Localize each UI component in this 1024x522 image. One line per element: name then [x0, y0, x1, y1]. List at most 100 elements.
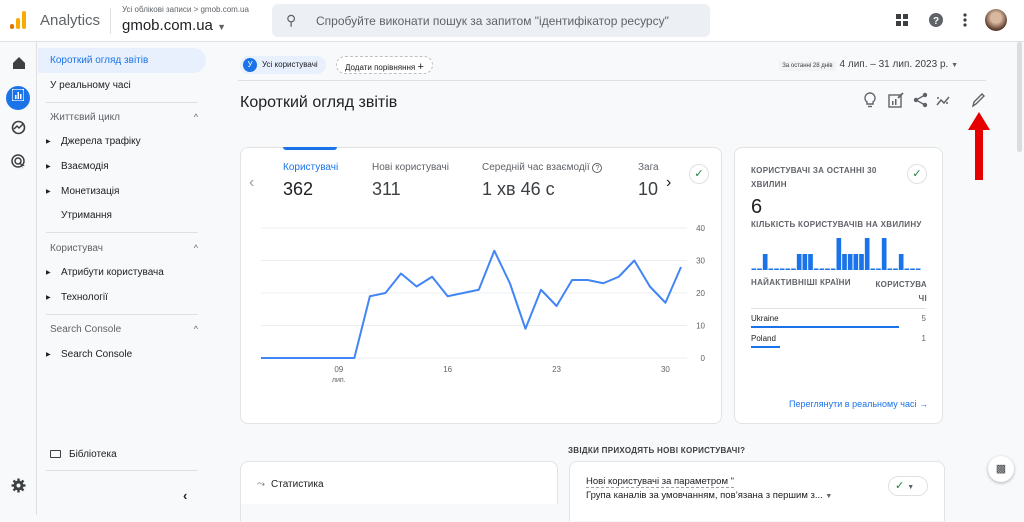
- date-range-picker[interactable]: За останні 28 днів4 лип. – 31 лип. 2023 …: [779, 59, 958, 70]
- more-vert-icon[interactable]: [963, 13, 967, 30]
- feedback-button[interactable]: ▩: [988, 456, 1014, 482]
- chevron-up-icon: ^: [194, 243, 198, 253]
- search-icon: ⚲: [286, 12, 296, 29]
- nav-search-console[interactable]: Search Console: [61, 349, 132, 360]
- link-label: Переглянути в реальному часі: [789, 399, 917, 409]
- search-input[interactable]: Спробуйте виконати пошук за запитом "іде…: [316, 14, 669, 28]
- metric-tab-engagement-time[interactable]: Середній час взаємодії ? 1 хв 46 с: [482, 162, 602, 200]
- expand-arrow-icon[interactable]: ▶: [46, 188, 51, 195]
- analytics-logo[interactable]: [10, 11, 28, 29]
- settings-icon[interactable]: [9, 478, 28, 497]
- nav-library[interactable]: Бібліотека: [50, 449, 117, 460]
- share-bar: [751, 326, 899, 328]
- minute-bar: [848, 254, 853, 270]
- library-label: Бібліотека: [69, 449, 117, 460]
- help-outline-icon[interactable]: ?: [592, 163, 602, 173]
- nav-section-lifecycle[interactable]: Життєвий цикл^: [50, 112, 198, 123]
- metric-value: 362: [283, 179, 338, 200]
- stats-body: [241, 504, 559, 522]
- metric-tab-users[interactable]: Користувачі 362: [283, 162, 338, 200]
- breadcrumb[interactable]: Усі облікові записи > gmob.com.ua: [122, 5, 249, 14]
- realtime-card: КОРИСТУВАЧІ ЗА ОСТАННІ 30 ХВИЛИН ✓ 6 КІЛ…: [734, 147, 943, 424]
- metric-label: Користувачі: [283, 162, 338, 173]
- explore-icon[interactable]: [9, 120, 28, 139]
- nav-section-user[interactable]: Користувач^: [50, 243, 198, 254]
- plus-icon: +: [418, 61, 424, 73]
- expand-arrow-icon[interactable]: ▶: [46, 351, 51, 358]
- acquisition-section-title: ЗВІДКИ ПРИХОДЯТЬ НОВІ КОРИСТУВАЧІ?: [568, 446, 745, 455]
- minute-bar: [859, 254, 864, 270]
- view-realtime-link[interactable]: Переглянути в реальному часі →: [789, 399, 928, 409]
- expand-arrow-icon[interactable]: ▶: [46, 269, 51, 276]
- next-metric-icon[interactable]: ›: [666, 174, 671, 192]
- country-row[interactable]: Ukraine 5: [751, 314, 926, 323]
- per-minute-bar-chart: [751, 236, 921, 272]
- metric-value: 1 хв 46 с: [482, 179, 602, 200]
- dimension-selector[interactable]: Група каналів за умовчанням, пов’язана з…: [586, 490, 832, 501]
- caret-down-icon: ▼: [951, 62, 958, 69]
- nav-user-attributes[interactable]: Атрибути користувача: [61, 267, 164, 278]
- account-selector[interactable]: gmob.com.ua ▼: [122, 17, 226, 34]
- x-tick-label: 16: [443, 365, 452, 374]
- expand-arrow-icon[interactable]: ▶: [46, 163, 51, 170]
- prev-metric-icon[interactable]: ‹: [249, 174, 254, 192]
- comparison-label: Додати порівняння: [345, 63, 415, 72]
- nav-engagement[interactable]: Взаємодія: [61, 161, 109, 172]
- expand-arrow-icon[interactable]: ▶: [46, 138, 51, 145]
- home-icon[interactable]: [9, 56, 28, 75]
- minute-bar: [814, 269, 819, 271]
- share-icon[interactable]: [913, 92, 928, 111]
- divider: [46, 232, 198, 233]
- nav-overview[interactable]: Короткий огляд звітів: [38, 48, 206, 73]
- svg-text:?: ?: [933, 16, 939, 27]
- insights-trend-icon[interactable]: [936, 92, 952, 111]
- stats-card-title[interactable]: ⤳Статистика: [257, 479, 324, 490]
- country-users: 1: [922, 334, 926, 343]
- minute-bar: [769, 269, 774, 271]
- search-bar[interactable]: ⚲ Спробуйте виконати пошук за запитом "і…: [272, 4, 710, 37]
- country-name: Ukraine: [751, 314, 779, 323]
- check-circle-icon[interactable]: ✓: [907, 164, 927, 184]
- metric-tab-new-users[interactable]: Нові користувачі311: [372, 162, 449, 200]
- col-country: НАЙАКТИВНІШІ КРАЇНИ: [751, 278, 851, 287]
- edit-pencil-icon[interactable]: [971, 92, 985, 111]
- help-icon[interactable]: ?: [928, 12, 944, 31]
- annotation-arrow: [968, 112, 990, 185]
- advertising-icon[interactable]: [9, 154, 28, 173]
- apps-icon[interactable]: [896, 14, 909, 30]
- audience-chip[interactable]: УУсі користувачі: [240, 56, 326, 74]
- edit-comparisons-icon[interactable]: [888, 92, 904, 111]
- minute-bar: [763, 254, 768, 270]
- minute-bar: [882, 238, 887, 270]
- nav-traffic-sources[interactable]: Джерела трафіку: [61, 136, 141, 147]
- country-users: 5: [922, 314, 926, 323]
- collapse-nav-icon[interactable]: ‹: [183, 488, 187, 503]
- avatar[interactable]: [985, 9, 1007, 31]
- metric-tab-total[interactable]: Зага10: [638, 162, 662, 200]
- insights-icon[interactable]: [864, 92, 876, 111]
- series-line-users: [261, 251, 681, 358]
- add-comparison-button[interactable]: Додати порівняння +: [336, 56, 433, 74]
- nav-realtime[interactable]: У реальному часі: [50, 80, 131, 91]
- status-dropdown[interactable]: ✓ ▼: [888, 476, 928, 496]
- minute-bar: [757, 269, 762, 271]
- minute-bar: [774, 269, 779, 271]
- minute-bar: [803, 254, 808, 270]
- minute-bar: [831, 269, 836, 271]
- nav-retention[interactable]: Утримання: [61, 210, 112, 221]
- minute-bar: [871, 269, 876, 271]
- y-tick-label: 0: [701, 354, 706, 363]
- check-circle-icon[interactable]: ✓: [689, 164, 709, 184]
- nav-section-search-console[interactable]: Search Console^: [50, 324, 198, 335]
- metric-label: Середній час взаємодії: [482, 162, 590, 173]
- chevron-up-icon: ^: [194, 324, 198, 334]
- scrollbar[interactable]: [1017, 42, 1022, 152]
- check-circle-icon: ✓: [895, 480, 904, 492]
- expand-arrow-icon[interactable]: ▶: [46, 294, 51, 301]
- divider: [46, 470, 198, 471]
- nav-tech[interactable]: Технології: [61, 292, 108, 303]
- nav-monetization[interactable]: Монетизація: [61, 186, 119, 197]
- country-row[interactable]: Poland1: [751, 334, 926, 343]
- section-label: Життєвий цикл: [50, 112, 120, 123]
- reports-icon[interactable]: [6, 86, 30, 110]
